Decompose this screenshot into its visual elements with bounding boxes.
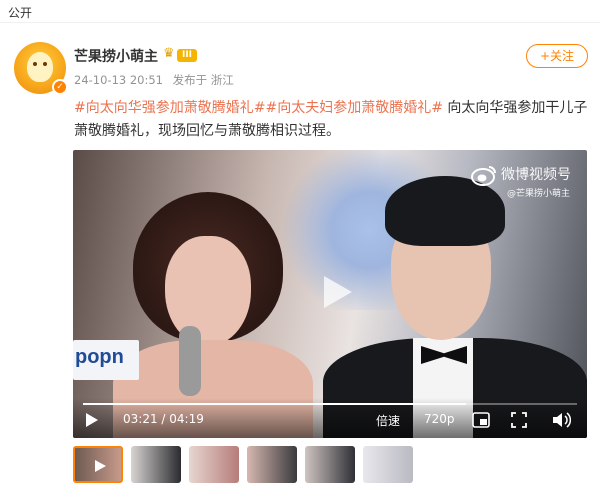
quality-button[interactable]: 720p — [424, 412, 455, 426]
post-meta: 24-10-13 20:51 发布于 浙江 — [74, 72, 240, 88]
post-text: #向太向华强参加萧敬腾婚礼##向太夫妇参加萧敬腾婚礼# 向太向华强参加干儿子萧敬… — [74, 97, 590, 143]
speed-button[interactable]: 倍速 — [376, 412, 400, 429]
post-timestamp[interactable]: 24-10-13 20:51 — [74, 73, 163, 87]
video-frame-figure-2 — [385, 176, 505, 246]
time-separator: / — [157, 412, 170, 426]
watermark-user: @芒果捞小萌主 — [507, 189, 571, 199]
progress-bar[interactable] — [83, 403, 577, 405]
press-sign-text: popn — [75, 346, 124, 368]
time-display: 03:21 / 04:19 — [123, 412, 204, 426]
video-thumbnail[interactable] — [131, 446, 181, 483]
video-player[interactable]: popn 微博视频号 @芒果捞小萌主 03:21 / 04:19 倍速 720p — [73, 150, 587, 438]
post-source: 发布于 浙江 — [172, 73, 234, 87]
watermark-name: 微博视频号 — [501, 167, 571, 183]
fullscreen-icon[interactable] — [511, 412, 527, 428]
pip-icon[interactable] — [472, 412, 490, 428]
header-divider — [0, 22, 600, 23]
follow-button[interactable]: +关注 — [526, 44, 588, 68]
video-thumbnail[interactable] — [247, 446, 297, 483]
mascot-icon — [27, 52, 53, 82]
current-time: 03:21 — [123, 412, 158, 426]
play-icon[interactable] — [316, 274, 354, 310]
avatar[interactable]: ✓ — [14, 42, 68, 95]
microphone — [179, 326, 201, 396]
crown-icon: ♛ — [163, 46, 175, 61]
weibo-logo-icon — [471, 166, 496, 186]
video-thumbnail[interactable] — [305, 446, 355, 483]
video-controls: 03:21 / 04:19 倍速 720p — [73, 398, 587, 438]
volume-icon[interactable] — [551, 411, 571, 429]
topic-link-1[interactable]: #向太向华强参加萧敬腾婚礼# — [74, 100, 265, 116]
level-badge: III — [177, 49, 197, 62]
topic-link-2[interactable]: #向太夫妇参加萧敬腾婚礼# — [265, 100, 442, 116]
total-time: 04:19 — [169, 412, 204, 426]
username[interactable]: 芒果捞小萌主 — [74, 46, 158, 66]
play-button-icon[interactable] — [85, 412, 99, 428]
progress-fill — [83, 403, 467, 405]
thumbnail-play-icon — [95, 460, 106, 472]
video-frame-figure-face — [165, 236, 251, 346]
video-thumbnail[interactable] — [73, 446, 123, 483]
visibility-label: 公开 — [8, 6, 33, 20]
video-thumbnail[interactable] — [363, 446, 413, 483]
verified-icon: ✓ — [52, 79, 68, 95]
video-thumbnail[interactable] — [189, 446, 239, 483]
